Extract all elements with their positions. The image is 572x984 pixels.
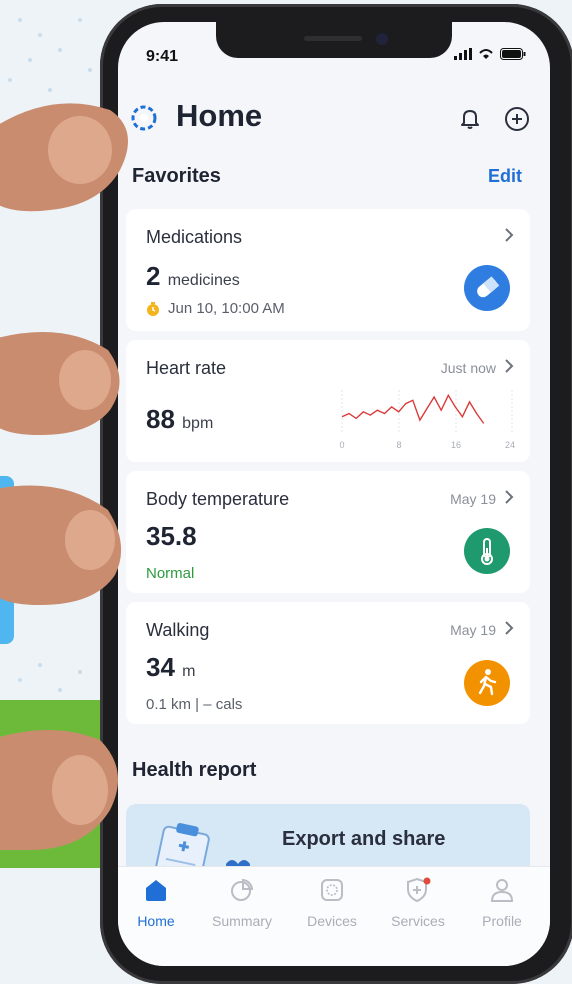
tab-services[interactable]: Services: [378, 877, 458, 929]
tab-devices[interactable]: Devices: [292, 877, 372, 929]
health-report-heading: Health report: [132, 759, 257, 781]
device-icon: [321, 879, 343, 901]
tab-label: Devices: [307, 913, 357, 929]
pill-icon: [464, 265, 510, 311]
left-hand-fingers: [0, 103, 128, 850]
medications-value: 2 medicines: [146, 261, 240, 291]
thermometer-icon: [464, 528, 510, 574]
chart-tick: 16: [451, 440, 461, 450]
notch: [216, 22, 452, 58]
card-title: Heart rate: [146, 358, 227, 378]
heart-rate-series: [341, 393, 485, 424]
wifi-icon: [479, 49, 493, 59]
walking-icon: [464, 660, 510, 706]
chevron-right-icon: [505, 490, 514, 504]
header: Home: [128, 98, 538, 138]
walking-date: May 19: [450, 622, 496, 638]
tab-label: Summary: [212, 913, 272, 929]
body-temperature-value: 35.8: [146, 521, 197, 551]
heart-rate-card[interactable]: Heart rate Just now 88 bpm 0 8 16 24: [126, 340, 530, 462]
phone-screen: 9:41 Home Favorites Edit Medications 2 m…: [118, 22, 550, 966]
walking-sub: 0.1 km | – cals: [146, 696, 243, 713]
bell-icon[interactable]: [458, 106, 482, 130]
tab-summary[interactable]: Summary: [202, 877, 282, 929]
walking-value: 34 m: [146, 652, 196, 682]
heart-rate-chart: 0 8 16 24: [339, 390, 515, 450]
tab-home[interactable]: Home: [118, 877, 196, 929]
card-title: Medications: [146, 227, 243, 247]
favorites-heading: Favorites: [132, 165, 221, 187]
chevron-right-icon: [505, 359, 514, 373]
status-icons: [454, 48, 526, 60]
tab-label: Profile: [482, 913, 522, 929]
clock-icon: [147, 301, 159, 316]
card-title: Walking: [146, 620, 210, 640]
body-temperature-status: Normal: [146, 565, 195, 582]
page-title: Home: [176, 98, 263, 133]
chevron-right-icon: [505, 621, 514, 635]
bottom-tab-bar: Home Summary Devices Services Profile: [118, 866, 550, 966]
signal-icon: [454, 48, 472, 60]
medications-time: Jun 10, 10:00 AM: [146, 300, 285, 317]
chart-tick: 0: [339, 440, 344, 450]
tab-label: Services: [391, 913, 445, 929]
tab-label: Home: [137, 913, 175, 929]
chart-tick: 8: [396, 440, 401, 450]
person-icon: [490, 879, 514, 902]
tab-profile[interactable]: Profile: [462, 877, 542, 929]
walking-card[interactable]: Walking May 19 34 m 0.1 km | – cals: [126, 602, 530, 724]
status-time: 9:41: [146, 48, 179, 65]
heart-rate-value: 88 bpm: [146, 404, 214, 434]
pie-chart-icon: [231, 878, 254, 901]
export-share-label: Export and share: [282, 828, 446, 850]
card-title: Body temperature: [146, 489, 290, 509]
favorites-edit-button[interactable]: Edit: [488, 166, 522, 187]
heart-rate-updated: Just now: [440, 360, 496, 376]
chart-tick: 24: [505, 440, 515, 450]
add-circle-icon[interactable]: [504, 106, 530, 132]
medications-card[interactable]: Medications 2 medicines Jun 10, 10:00 AM: [126, 209, 530, 331]
battery-icon: [500, 48, 526, 60]
body-temperature-date: May 19: [450, 491, 496, 507]
chevron-right-icon: [505, 228, 514, 242]
shield-plus-icon: [407, 877, 431, 903]
body-temperature-card[interactable]: Body temperature May 19 35.8 Normal: [126, 471, 530, 593]
home-icon: [146, 880, 166, 901]
